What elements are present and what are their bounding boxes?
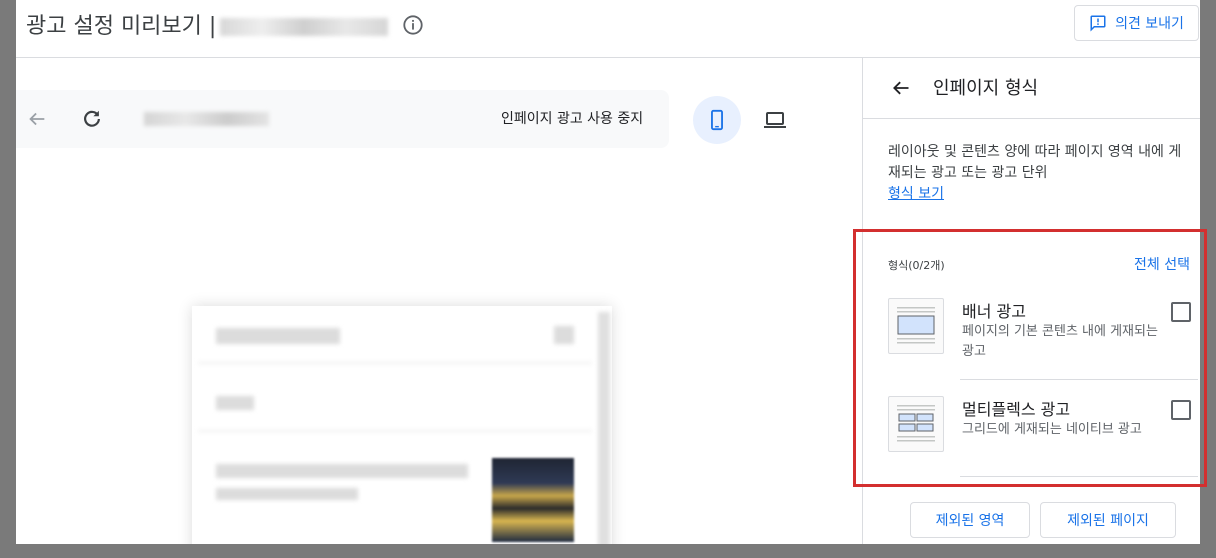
site-name-redacted: [220, 18, 389, 36]
preview-scrollbar: [598, 312, 610, 544]
format-divider: [960, 379, 1198, 380]
site-preview-area: 인페이지 광고 사용 중지: [16, 58, 862, 544]
format-divider: [960, 476, 1198, 477]
preview-text-line: [216, 488, 358, 500]
panel-header: 인페이지 형식: [863, 58, 1200, 119]
info-icon[interactable]: [402, 14, 424, 36]
banner-ad-thumbnail-icon: [888, 298, 944, 354]
ad-settings-preview-dialog: 광고 설정 미리보기 | 의견 보내기 인페이지 광고 사용 중지 인페이지 형…: [16, 0, 1200, 544]
multiplex-ad-description: 그리드에 게재되는 네이티브 광고: [962, 422, 1142, 437]
view-formats-link[interactable]: 형식 보기: [888, 186, 944, 202]
dialog-header: 광고 설정 미리보기 | 의견 보내기: [16, 0, 1200, 58]
banner-ad-checkbox[interactable]: [1171, 302, 1191, 322]
arrow-back-icon[interactable]: [891, 78, 911, 98]
mobile-view-toggle[interactable]: [693, 96, 741, 144]
preview-url-bar: 인페이지 광고 사용 중지: [16, 90, 669, 148]
formats-count-label: 형식(0/2개): [888, 259, 945, 272]
preview-text-line: [216, 464, 468, 478]
feedback-icon: [1090, 15, 1106, 32]
desktop-view-toggle[interactable]: [751, 96, 799, 144]
disable-inpage-ads-button[interactable]: 인페이지 광고 사용 중지: [501, 108, 643, 128]
preview-divider: [198, 430, 592, 432]
preview-thumbnail-image: [492, 458, 574, 542]
banner-ad-name: 배너 광고: [962, 302, 1026, 321]
preview-text-line: [216, 396, 254, 410]
page-title: 광고 설정 미리보기 |: [26, 8, 389, 40]
inpage-format-panel: 인페이지 형식 레이아웃 및 콘텐츠 양에 따라 페이지 영역 내에 게재되는 …: [862, 58, 1200, 544]
multiplex-ad-checkbox[interactable]: [1171, 400, 1191, 420]
excluded-pages-button[interactable]: 제외된 페이지: [1040, 502, 1176, 538]
banner-ad-description: 페이지의 기본 콘텐츠 내에 게재되는 광고: [962, 324, 1158, 359]
multiplex-ad-thumbnail-icon: [888, 396, 944, 452]
send-feedback-label: 의견 보내기: [1115, 16, 1184, 32]
mobile-page-preview: [192, 306, 612, 544]
multiplex-ad-name: 멀티플렉스 광고: [962, 400, 1071, 419]
preview-menu-icon: [554, 326, 574, 344]
preview-url-redacted: [144, 112, 269, 126]
arrow-back-icon[interactable]: [26, 108, 48, 130]
reload-icon[interactable]: [81, 108, 103, 130]
overlay-backdrop-edge: [1200, 0, 1216, 558]
smartphone-icon: [711, 109, 723, 131]
excluded-areas-button[interactable]: 제외된 영역: [910, 502, 1030, 538]
preview-page-header: [216, 328, 340, 344]
format-description-text: 레이아웃 및 콘텐츠 양에 따라 페이지 영역 내에 게재되는 광고 또는 광고…: [888, 144, 1182, 181]
select-all-button[interactable]: 전체 선택: [1134, 254, 1190, 274]
preview-divider: [198, 362, 592, 364]
send-feedback-button[interactable]: 의견 보내기: [1074, 5, 1199, 41]
page-title-text: 광고 설정 미리보기 |: [26, 14, 217, 39]
format-description: 레이아웃 및 콘텐츠 양에 따라 페이지 영역 내에 게재되는 광고 또는 광고…: [888, 142, 1188, 205]
laptop-icon: [764, 112, 786, 128]
panel-title: 인페이지 형식: [933, 78, 1039, 99]
